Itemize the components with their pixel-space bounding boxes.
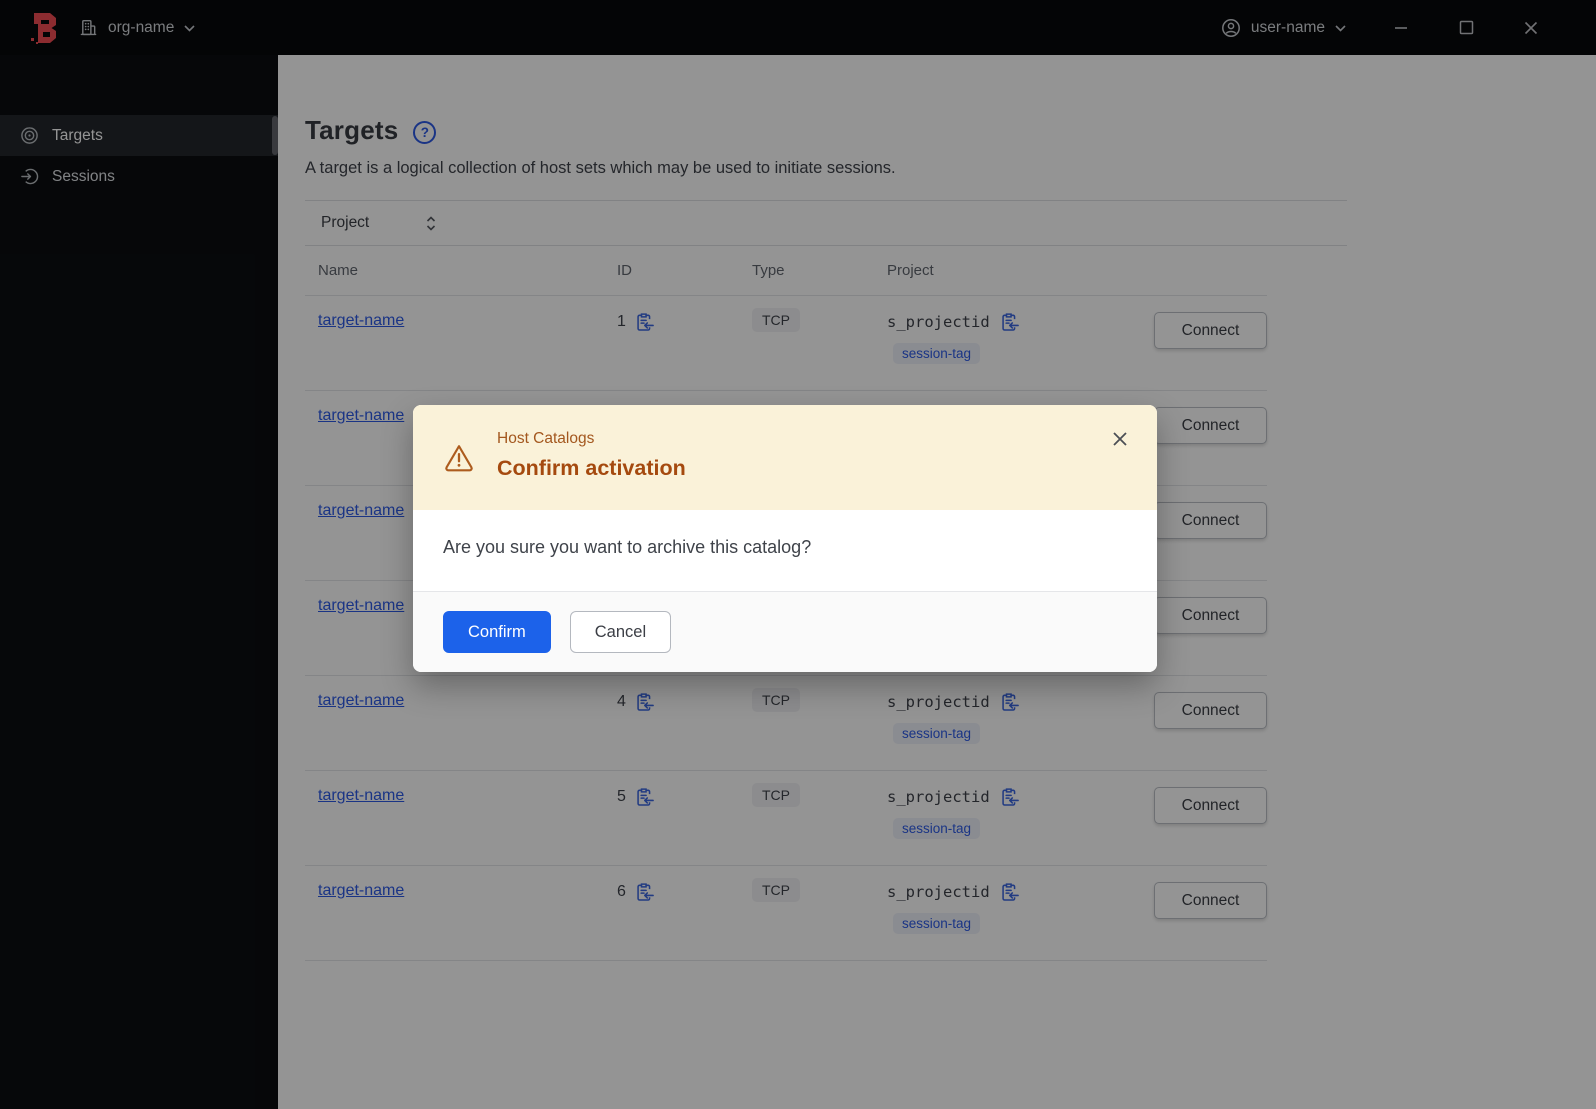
confirm-button[interactable]: Confirm (443, 611, 551, 653)
cancel-button[interactable]: Cancel (569, 611, 672, 653)
dialog-header: Host Catalogs Confirm activation (413, 405, 1157, 510)
dialog-body-text: Are you sure you want to archive this ca… (443, 537, 812, 557)
dialog-title: Confirm activation (497, 456, 686, 480)
warning-icon (443, 443, 475, 481)
dialog-context-label: Host Catalogs (497, 430, 595, 447)
dialog-footer: Confirm Cancel (413, 591, 1157, 672)
close-icon[interactable] (1111, 430, 1129, 448)
confirm-dialog: Host Catalogs Confirm activation Are you… (413, 405, 1157, 672)
